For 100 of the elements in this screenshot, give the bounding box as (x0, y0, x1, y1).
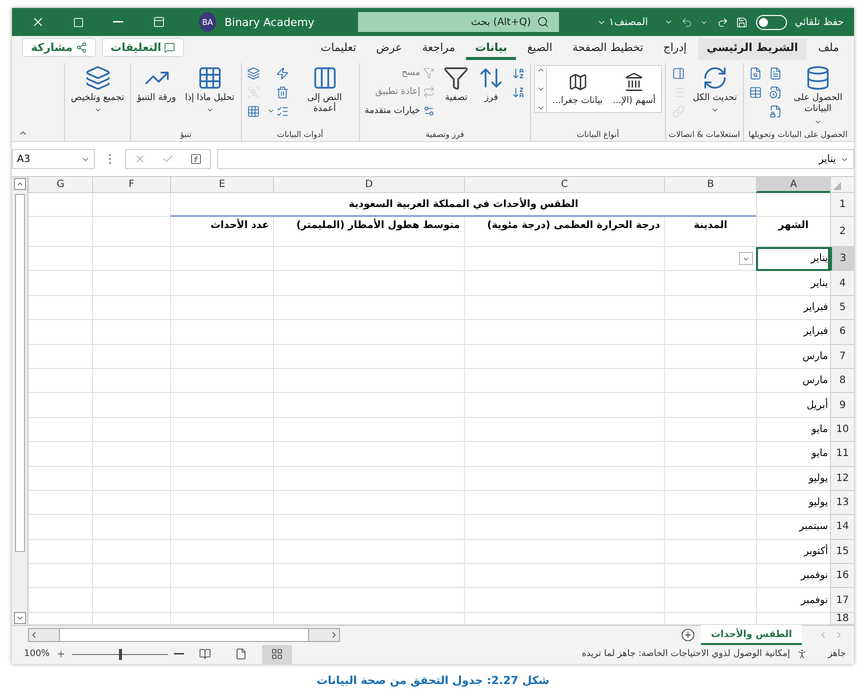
month-cell[interactable]: أكتوبر (756, 540, 830, 564)
column-header[interactable]: E (170, 177, 273, 193)
empty-cell[interactable] (92, 540, 170, 564)
name-box[interactable]: A3 (12, 149, 95, 169)
column-header[interactable]: C (464, 177, 664, 193)
row-number[interactable]: 10 (830, 418, 854, 442)
row-number[interactable]: 18 (830, 612, 854, 625)
empty-cell[interactable] (170, 564, 273, 588)
month-cell[interactable]: مايو (756, 418, 830, 442)
gallery-item[interactable]: أسهم (الإ... (608, 66, 661, 112)
month-cell[interactable]: يناير (756, 271, 830, 296)
month-cell[interactable]: مايو (756, 442, 830, 467)
row-number[interactable]: 7 (830, 344, 854, 369)
empty-cell[interactable] (273, 418, 464, 442)
empty-cell[interactable] (464, 490, 664, 516)
ribbon-icon-button[interactable] (747, 84, 764, 100)
month-cell[interactable]: مارس (756, 344, 830, 369)
empty-cell[interactable] (464, 344, 664, 369)
month-cell[interactable]: يوليو (756, 466, 830, 491)
row-number[interactable]: 6 (830, 320, 854, 345)
ribbon-button[interactable]: النص إلى أعمدة (294, 63, 356, 118)
row-number[interactable]: 17 (830, 588, 854, 613)
empty-cell[interactable] (464, 442, 664, 467)
formula-field[interactable]: يناير (217, 149, 854, 169)
empty-cell[interactable] (273, 344, 464, 369)
column-header[interactable]: D (273, 177, 464, 193)
empty-cell[interactable] (92, 490, 170, 516)
user-avatar[interactable]: BA (198, 12, 216, 32)
ribbon-icon-button[interactable] (244, 65, 262, 81)
empty-cell[interactable] (170, 466, 273, 491)
ribbon-tab[interactable]: إدراج (654, 38, 696, 60)
empty-cell[interactable] (170, 418, 273, 442)
row-number[interactable]: 2 (830, 217, 854, 247)
ribbon-button[interactable]: تحليل ماذا إذا (182, 63, 238, 116)
month-cell[interactable]: نوفمبر (756, 564, 830, 588)
ribbon-button[interactable]: ورقة التنبؤ (134, 63, 179, 106)
row-number[interactable]: 14 (830, 515, 854, 540)
ribbon-tab[interactable]: تعليمات (312, 38, 366, 60)
month-cell[interactable]: سبتمبر (756, 515, 830, 540)
search-field[interactable]: بحث (Alt+Q) (358, 12, 559, 32)
gallery-item[interactable]: بيانات جغرا... (547, 66, 608, 112)
empty-cell[interactable] (464, 466, 664, 491)
empty-cell[interactable] (664, 393, 756, 418)
month-cell[interactable]: مارس (756, 368, 830, 394)
empty-cell[interactable] (170, 540, 273, 564)
empty-cell[interactable] (92, 564, 170, 588)
empty-cell[interactable] (464, 588, 664, 613)
empty-cell[interactable] (273, 466, 464, 491)
row-number[interactable]: 9 (830, 393, 854, 418)
empty-cell[interactable] (464, 564, 664, 588)
column-header[interactable]: A (756, 177, 830, 193)
empty-cell[interactable] (273, 540, 464, 564)
gallery-scroll[interactable] (535, 66, 548, 112)
month-cell[interactable]: أبريل (756, 393, 830, 418)
new-sheet-button[interactable] (680, 628, 695, 642)
column-header[interactable]: G (28, 177, 92, 193)
row-number[interactable]: 8 (830, 368, 854, 394)
empty-cell[interactable] (664, 247, 756, 272)
empty-cell[interactable] (170, 344, 273, 369)
empty-cell[interactable] (273, 368, 464, 394)
empty-cell[interactable] (92, 393, 170, 418)
empty-cell[interactable] (273, 490, 464, 516)
empty-cell[interactable] (170, 442, 273, 467)
share-button[interactable]: مشاركة (22, 38, 96, 57)
empty-cell[interactable] (464, 368, 664, 394)
empty-cell[interactable] (273, 296, 464, 320)
empty-cell[interactable] (273, 564, 464, 588)
row-number[interactable]: 16 (830, 564, 854, 588)
sheet-tab[interactable]: الطقس والأحداث (700, 625, 802, 646)
view-button[interactable] (262, 644, 292, 664)
empty-cell[interactable] (664, 296, 756, 320)
empty-cell[interactable] (273, 271, 464, 296)
empty-cell[interactable] (92, 271, 170, 296)
month-cell[interactable]: فبراير (756, 296, 830, 320)
autosave-toggle[interactable] (756, 14, 787, 30)
empty-cell[interactable] (664, 344, 756, 369)
empty-cell[interactable] (664, 418, 756, 442)
empty-cell[interactable] (464, 296, 664, 320)
ribbon-tab[interactable]: تخطيط الصفحة (563, 38, 652, 60)
ribbon-button[interactable]: تجميع وتلخيص (68, 63, 128, 116)
ribbon-button[interactable]: تحديث الكل (690, 63, 740, 116)
empty-cell[interactable] (273, 247, 464, 272)
empty-cell[interactable] (273, 515, 464, 540)
empty-cell[interactable] (92, 344, 170, 369)
ribbon-button[interactable]: الحصول على البيانات (787, 63, 849, 128)
ribbon-button[interactable]: تصفية (440, 63, 472, 106)
empty-cell[interactable] (464, 515, 664, 540)
ribbon-button[interactable]: فرز (475, 63, 508, 106)
file-name[interactable]: المصنف١ (596, 16, 648, 28)
ribbon-button[interactable]: خيارات متقدمة (362, 103, 438, 119)
empty-cell[interactable] (273, 588, 464, 613)
column-header[interactable]: B (664, 177, 756, 193)
empty-cell[interactable] (170, 515, 273, 540)
scroll-thumb[interactable] (14, 194, 24, 552)
month-cell[interactable]: يوليو (756, 490, 830, 516)
row-number[interactable]: 1 (830, 193, 854, 217)
ribbon-tab[interactable]: مراجعة (413, 38, 464, 60)
empty-cell[interactable] (273, 442, 464, 467)
month-cell[interactable]: يناير (756, 247, 830, 272)
empty-cell[interactable] (664, 320, 756, 345)
